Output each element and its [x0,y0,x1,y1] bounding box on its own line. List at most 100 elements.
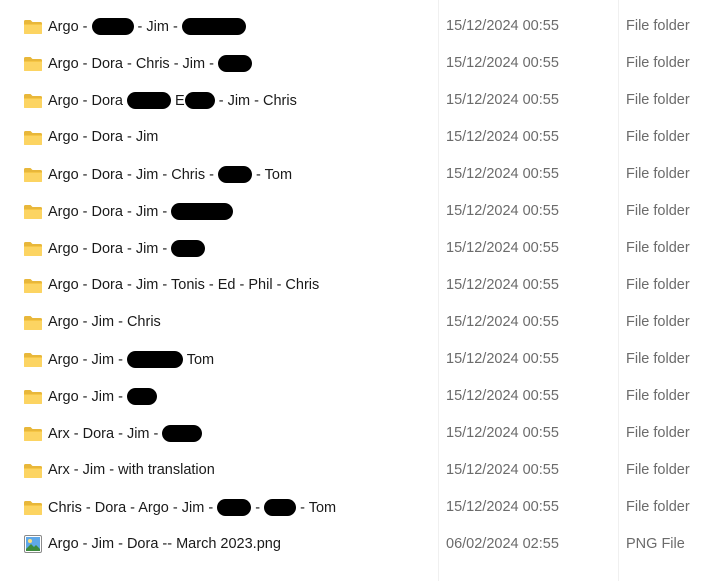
item-name-text: - [251,500,265,516]
date-modified: 15/12/2024 00:55 [446,388,559,404]
redaction-mark [126,92,171,109]
date-modified: 06/02/2024 02:55 [446,536,559,552]
folder-row[interactable]: Argo - Jim - Tom 15/12/2024 00:55 File fol… [0,343,712,380]
file-type: File folder [626,240,690,256]
folder-icon [23,352,43,368]
item-name: Argo - Dora - Jim [48,129,158,145]
item-name-text: - Jim - Chris [214,93,297,109]
redaction-mark [91,18,134,35]
file-type: File folder [626,462,690,478]
item-name-text: - Jim - [133,19,182,35]
folder-icon [23,500,43,516]
folder-row[interactable]: Argo - Dora - Jim - 15/12/2024 00:55 File… [0,195,712,232]
file-type: File folder [626,129,690,145]
item-name-text: Arx - Jim - with translation [48,462,215,478]
folder-icon [23,426,43,442]
folder-icon [23,204,43,220]
date-modified: 15/12/2024 00:55 [446,203,559,219]
item-name-text: Arx - Dora - Jim - [48,426,163,442]
item-name: Chris - Dora - Argo - Jim - - - Tom [48,499,336,516]
item-name: Argo - Dora - Jim - [48,240,206,257]
folder-icon [23,389,43,405]
date-modified: 15/12/2024 00:55 [446,277,559,293]
file-type: File folder [626,55,690,71]
folder-row[interactable]: Argo - Dora - Jim 15/12/2024 00:55 File fo… [0,121,712,158]
redaction-mark [171,203,234,220]
folder-row[interactable]: Argo - Dora - Jim - 15/12/2024 00:55 File… [0,232,712,269]
folder-row[interactable]: Chris - Dora - Argo - Jim - - - Tom 15/12… [0,491,712,528]
redaction-mark [264,499,297,516]
item-name: Arx - Jim - with translation [48,462,215,478]
folder-icon [23,315,43,331]
item-name: Argo - Dora - Jim - Chris - - Tom [48,166,292,183]
file-type: PNG File [626,536,685,552]
folder-row[interactable]: Argo - Jim - 15/12/2024 00:55 File folder [0,380,712,417]
date-modified: 15/12/2024 00:55 [446,314,559,330]
item-name: Argo - Jim - Chris [48,314,161,330]
folder-icon [23,167,43,183]
file-row[interactable]: Argo - Jim - Dora -- March 2023.png 06/02… [0,528,712,565]
png-image-icon [24,535,44,553]
date-modified: 15/12/2024 00:55 [446,129,559,145]
file-type: File folder [626,425,690,441]
folder-icon [23,463,43,479]
date-modified: 15/12/2024 00:55 [446,351,559,367]
item-name-text: Argo - Dora - Jim [48,129,159,145]
item-name-text: Argo - Dora - Chris - Jim - [48,56,218,72]
redaction-mark [126,351,183,368]
folder-icon [23,278,43,294]
date-modified: 15/12/2024 00:55 [446,499,559,515]
redaction-mark [126,388,157,405]
folder-row[interactable]: Arx - Dora - Jim - 15/12/2024 00:55 File … [0,417,712,454]
date-modified: 15/12/2024 00:55 [446,92,559,108]
item-name: Argo - Dora - Jim - [48,203,234,220]
file-type: File folder [626,499,690,515]
folder-row[interactable]: Argo - Dora - Jim - Chris - - Tom 15/12/2… [0,158,712,195]
folder-icon [23,241,43,257]
item-name: Argo - Dora E - Jim - Chris [48,92,297,109]
file-type: File folder [626,388,690,404]
redaction-mark [181,18,246,35]
folder-icon [23,93,43,109]
item-name-text: Argo - Dora - Jim - [48,204,172,220]
date-modified: 15/12/2024 00:55 [446,240,559,256]
redaction-mark [171,240,206,257]
file-type: File folder [626,314,690,330]
redaction-mark [218,55,252,72]
folder-row[interactable]: Argo - Jim - Chris 15/12/2024 00:55 File f… [0,306,712,343]
item-name-text: Argo - Jim - [48,352,127,368]
folder-icon [23,56,43,72]
item-name: Argo - Jim - Dora -- March 2023.png [48,536,281,552]
file-type: File folder [626,92,690,108]
item-name: Argo - Dora - Chris - Jim - [48,55,252,72]
file-type: File folder [626,351,690,367]
file-type: File folder [626,203,690,219]
item-name: Argo - Jim - [48,388,157,405]
item-name-text: Argo - Dora - Jim - [48,241,172,257]
item-name-text: Argo - Dora - Jim - Chris - [48,167,218,183]
item-name: Arx - Dora - Jim - [48,425,203,442]
item-name: Argo - - Jim - [48,18,246,35]
folder-icon [23,19,43,35]
item-name-text: Argo - [48,19,92,35]
item-name-text: Chris - Dora - Argo - Jim - [48,500,218,516]
item-name: Argo - Dora - Jim - Tonis - Ed - Phil - … [48,277,319,293]
folder-icon [23,130,43,146]
folder-row[interactable]: Argo - Dora - Chris - Jim - 15/12/2024 0… [0,47,712,84]
folder-row[interactable]: Argo - Dora - Jim - Tonis - Ed - Phil - … [0,269,712,306]
folder-row[interactable]: Arx - Jim - with translation 15/12/2024 0… [0,454,712,491]
item-name-text: Argo - Jim - [48,389,127,405]
item-name-text: Argo - Dora [48,93,127,109]
folder-row[interactable]: Argo - - Jim - 15/12/2024 00:55 File fold… [0,10,712,47]
date-modified: 15/12/2024 00:55 [446,18,559,34]
file-type: File folder [626,18,690,34]
folder-row[interactable]: Argo - Dora E - Jim - Chris 15/12/2024 00… [0,84,712,121]
date-modified: 15/12/2024 00:55 [446,462,559,478]
date-modified: 15/12/2024 00:55 [446,425,559,441]
item-name-text: Argo - Jim - Chris [48,314,161,330]
item-name-text: Tom [182,352,215,368]
item-name-text: Argo - Jim - Dora -- March 2023.png [48,536,281,552]
item-name-text: - Tom [252,167,293,183]
redaction-mark [184,92,215,109]
file-type: File folder [626,277,690,293]
